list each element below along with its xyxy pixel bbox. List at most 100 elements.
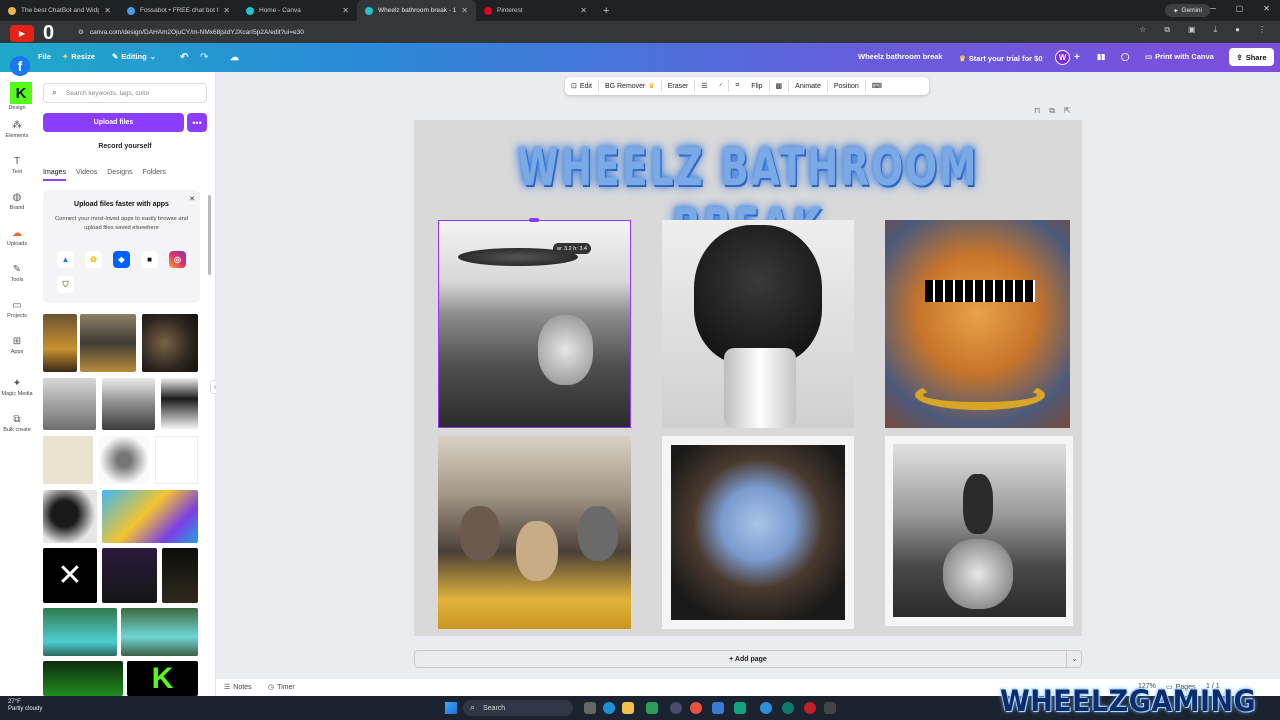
edge-icon[interactable] xyxy=(603,702,615,714)
corner-rounding-button[interactable]: ◜ xyxy=(714,77,729,95)
rail-item-apps[interactable]: ⊞ Apps xyxy=(0,336,34,355)
search-input[interactable]: ⌕ Search keywords, tags, color xyxy=(43,83,207,103)
share-button[interactable]: ⇪ Share xyxy=(1229,48,1274,66)
animate-button[interactable]: Animate xyxy=(789,77,827,95)
upload-thumbnail[interactable] xyxy=(102,490,198,543)
canvas-image-bigfoot-cat[interactable] xyxy=(885,436,1073,626)
google-photos-icon[interactable]: ✿ xyxy=(85,251,102,268)
close-icon[interactable]: ✕ xyxy=(580,6,587,15)
add-page-dropdown[interactable]: ⌄ xyxy=(1066,651,1082,667)
upload-thumbnail[interactable] xyxy=(161,378,198,430)
bg-remover-button[interactable]: BG Remover ♛ xyxy=(599,77,661,95)
undo-button[interactable]: ↶ xyxy=(180,52,188,63)
kick-logo-thumbnail[interactable]: K xyxy=(127,661,198,696)
canvas-image-car-cats[interactable] xyxy=(438,436,631,629)
notes-button[interactable]: ☰ Notes xyxy=(224,683,252,692)
app-icon[interactable] xyxy=(734,702,746,714)
tab-designs[interactable]: Designs xyxy=(107,169,132,181)
start-trial-button[interactable]: ♛ Start your trial for $0 xyxy=(953,51,1049,65)
border-style-button[interactable]: ☰ xyxy=(695,77,713,95)
rail-item-text[interactable]: T Text xyxy=(0,156,34,175)
gemini-button[interactable]: ✦ Gemini xyxy=(1164,4,1210,17)
resize-handle[interactable] xyxy=(529,218,539,222)
comment-icon[interactable]: ◯ xyxy=(1121,52,1129,61)
upload-thumbnail[interactable] xyxy=(102,548,157,603)
upload-thumbnail[interactable] xyxy=(43,661,123,696)
extensions-icon[interactable]: ⧉ xyxy=(1164,25,1170,35)
design-title[interactable]: Wheelz bathroom break xyxy=(858,52,943,61)
browser-tab[interactable]: Fossabot • FREE chat bot for Tw✕ xyxy=(119,0,238,21)
shopify-icon[interactable]: ⛉ xyxy=(57,276,74,293)
site-info-icon[interactable]: ⚙ xyxy=(78,28,84,36)
upload-thumbnail[interactable] xyxy=(43,608,117,656)
app-icon[interactable] xyxy=(646,702,658,714)
bookmark-star-icon[interactable]: ☆ xyxy=(1139,25,1146,35)
lock-icon[interactable]: ⊓ xyxy=(1034,106,1040,116)
close-window-icon[interactable]: ✕ xyxy=(1263,4,1270,13)
redo-button[interactable]: ↷ xyxy=(200,52,208,63)
chrome-icon[interactable] xyxy=(690,702,702,714)
upload-thumbnail[interactable] xyxy=(43,436,93,484)
browser-tab[interactable]: Pinterest ✕ xyxy=(476,0,595,21)
print-button[interactable]: ▭ Print with Canva xyxy=(1145,52,1214,61)
menu-icon[interactable]: ⋮ xyxy=(1258,25,1266,35)
download-icon[interactable]: ⤓ xyxy=(1214,25,1218,35)
weather-widget[interactable]: 27°F Partly cloudy xyxy=(8,699,42,713)
eraser-button[interactable]: Eraser xyxy=(662,77,695,95)
browser-tab[interactable]: Home - Canva ✕ xyxy=(238,0,357,21)
duplicate-page-icon[interactable]: ⧉ xyxy=(1049,106,1055,116)
record-yourself-button[interactable]: Record yourself xyxy=(43,138,207,154)
split-view-icon[interactable]: ▣ xyxy=(1188,25,1196,35)
close-icon[interactable]: ✕ xyxy=(461,6,468,15)
analytics-icon[interactable]: ▮▮ xyxy=(1097,52,1105,61)
canvas-image-ufo-cat[interactable] xyxy=(438,220,631,428)
upload-thumbnail[interactable] xyxy=(155,436,198,484)
upload-files-button[interactable]: Upload files xyxy=(43,113,184,132)
upload-thumbnail[interactable] xyxy=(80,314,136,372)
file-explorer-icon[interactable] xyxy=(622,702,634,714)
crop-button[interactable]: ⌗ xyxy=(729,77,745,95)
timer-button[interactable]: ◷ Timer xyxy=(268,683,295,692)
tab-images[interactable]: Images xyxy=(43,169,66,181)
profile-icon[interactable]: ● xyxy=(1235,25,1240,35)
file-menu[interactable]: File xyxy=(38,52,51,61)
start-icon[interactable] xyxy=(445,702,457,714)
maximize-icon[interactable]: ▢ xyxy=(1236,4,1244,13)
share-page-icon[interactable]: ⇱ xyxy=(1064,106,1071,116)
avatar[interactable]: W xyxy=(1055,50,1070,65)
minimize-icon[interactable]: ─ xyxy=(1210,4,1216,13)
close-icon[interactable]: ✕ xyxy=(223,6,230,15)
edit-button[interactable]: ⊡ Edit xyxy=(565,77,598,95)
x-logo-thumbnail[interactable]: ✕ xyxy=(43,548,97,603)
rail-item-projects[interactable]: ▭ Projects xyxy=(0,300,34,319)
close-icon[interactable]: ✕ xyxy=(342,6,349,15)
canvas-image-sunglasses-cat[interactable] xyxy=(885,220,1070,428)
copy-style-button[interactable]: ⌨ xyxy=(866,77,888,95)
new-tab-icon[interactable]: + xyxy=(603,5,609,17)
rail-item-brand[interactable]: ◍ Brand xyxy=(0,192,34,211)
upload-thumbnail[interactable] xyxy=(43,490,97,543)
tab-folders[interactable]: Folders xyxy=(143,169,166,181)
tab-videos[interactable]: Videos xyxy=(76,169,97,181)
flip-button[interactable]: Flip xyxy=(745,77,768,95)
add-collaborator-icon[interactable]: + xyxy=(1074,52,1080,63)
browser-tab[interactable]: The best ChatBot and Widgets✕ xyxy=(0,0,119,21)
resize-button[interactable]: ✦ Resize xyxy=(62,52,95,61)
app-icon[interactable] xyxy=(712,702,724,714)
transparency-button[interactable]: ▩ xyxy=(770,77,789,95)
cloud-sync-icon[interactable]: ☁ xyxy=(230,52,239,63)
canvas-image-looking-down-cats[interactable] xyxy=(662,436,854,629)
more-options-button[interactable]: ••• xyxy=(187,113,207,132)
editing-mode-button[interactable]: ✎ Editing ⌄ xyxy=(112,52,156,61)
upload-thumbnail[interactable] xyxy=(142,314,198,372)
rail-item-magic-media[interactable]: ✦ Magic Media xyxy=(0,378,34,397)
close-icon[interactable]: ✕ xyxy=(104,6,111,15)
obs-icon[interactable] xyxy=(824,702,836,714)
upload-thumbnail[interactable] xyxy=(162,548,198,603)
browser-tab-active[interactable]: Wheelz bathroom break - 11 x ✕ xyxy=(357,0,476,21)
panel-scrollbar[interactable] xyxy=(208,195,211,275)
add-page-button[interactable]: + Add page xyxy=(414,650,1082,668)
canvas-image-toilet-paper-cat[interactable] xyxy=(662,220,854,428)
upload-thumbnail[interactable] xyxy=(43,378,96,430)
position-button[interactable]: Position xyxy=(828,77,865,95)
